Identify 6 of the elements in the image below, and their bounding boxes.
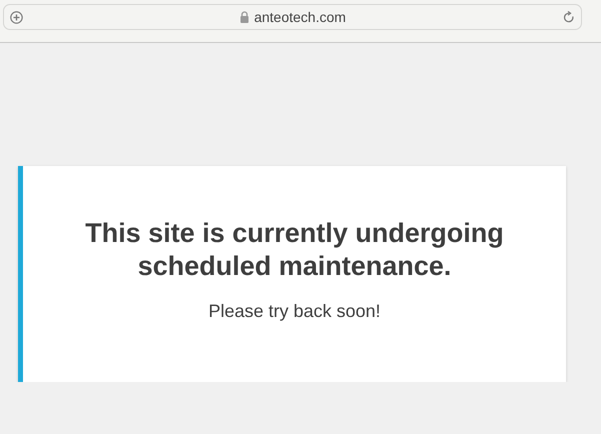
plus-icon[interactable] <box>10 10 23 24</box>
reload-icon[interactable] <box>563 10 575 24</box>
maintenance-heading: This site is currently undergoing scheduled maintenance. <box>84 217 505 283</box>
address-field[interactable]: anteotech.com <box>3 4 582 30</box>
maintenance-message: Please try back soon! <box>208 301 381 322</box>
url-text: anteotech.com <box>254 9 346 25</box>
